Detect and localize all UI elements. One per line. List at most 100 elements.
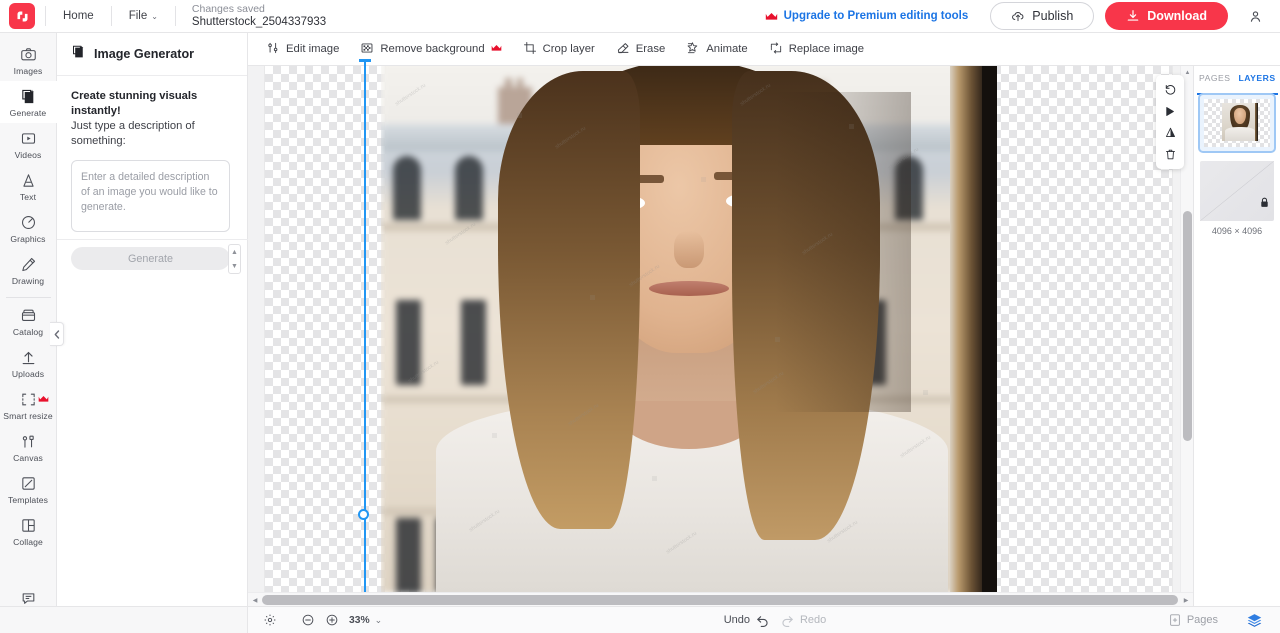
layers-toggle-button[interactable] <box>1241 609 1268 632</box>
eraser-icon <box>616 41 630 58</box>
lock-icon[interactable] <box>1260 195 1269 213</box>
rail-item-uploads[interactable]: Uploads <box>0 342 57 384</box>
canvas-stage[interactable]: shutterstock.ru shutterstock.ru shutters… <box>248 66 1280 606</box>
undo-label: Undo <box>723 614 750 626</box>
zoom-level-selector[interactable]: 33% ⌄ <box>344 612 387 629</box>
rail-item-templates[interactable]: Templates <box>0 468 57 510</box>
tab-pages[interactable]: PAGES <box>1199 67 1230 87</box>
rail-item-collage[interactable]: Collage <box>0 510 57 552</box>
erase-button[interactable]: Erase <box>608 36 674 63</box>
panel-tabs: PAGES LAYERS <box>1194 66 1280 95</box>
photo-layer[interactable]: shutterstock.ru shutterstock.ru shutters… <box>381 66 997 593</box>
undo-icon <box>757 615 768 627</box>
pages-button[interactable]: Pages <box>1163 610 1223 630</box>
vertical-scroll-thumb[interactable] <box>1183 211 1192 441</box>
layer-item-photo[interactable] <box>1198 93 1276 153</box>
stepper-down-icon: ▼ <box>231 262 238 270</box>
file-menu-button[interactable]: File ⌄ <box>122 6 165 26</box>
zoom-out-button[interactable] <box>296 610 320 630</box>
flip-vertical-icon[interactable] <box>1160 124 1180 142</box>
templates-icon <box>20 475 37 492</box>
artboard[interactable]: shutterstock.ru shutterstock.ru shutters… <box>265 66 1172 599</box>
rail-item-generate[interactable]: Generate <box>0 81 57 123</box>
rail-item-graphics[interactable]: Graphics <box>0 207 57 249</box>
rail-label: Videos <box>14 150 42 160</box>
canvas-horizontal-scrollbar[interactable]: ◀ ▶ <box>248 592 1193 606</box>
remove-background-button[interactable]: Remove background <box>352 36 509 63</box>
upgrade-premium-link[interactable]: Upgrade to Premium editing tools <box>765 10 968 22</box>
panel-header: Image Generator <box>57 33 247 76</box>
rotate-icon[interactable] <box>1160 81 1180 99</box>
watermark-text: shutterstock.ru <box>567 402 600 428</box>
zoom-in-button[interactable] <box>320 610 344 630</box>
edit-image-button[interactable]: Edit image <box>258 36 347 63</box>
checkerboard-glyph <box>361 42 373 53</box>
trash-icon[interactable] <box>1160 145 1180 163</box>
redo-label: Redo <box>799 614 827 626</box>
panel-body: Create stunning visuals instantly! Just … <box>57 76 247 271</box>
scroll-left-button[interactable]: ◀ <box>248 593 262 607</box>
bottom-bar: 33% ⌄ Undo Redo Pages <box>248 606 1280 633</box>
photo-content: shutterstock.ru shutterstock.ru shutters… <box>381 66 997 593</box>
replace-image-button[interactable]: Replace image <box>761 36 872 63</box>
undo-button[interactable]: Undo <box>719 610 775 631</box>
document-title[interactable]: Shutterstock_2504337933 <box>192 15 326 29</box>
home-button[interactable]: Home <box>56 6 101 26</box>
watermark-text: shutterstock.ru <box>554 125 588 150</box>
rail-item-images[interactable]: Images <box>0 39 57 81</box>
redo-icon <box>782 615 793 627</box>
download-button[interactable]: Download <box>1105 2 1228 30</box>
panel-stepper[interactable]: ▲ ▼ <box>228 244 241 274</box>
chevron-down-icon: ⌄ <box>151 11 158 21</box>
file-label: File <box>128 10 148 22</box>
publish-button[interactable]: Publish <box>990 2 1095 30</box>
rail-item-canvas[interactable]: Canvas <box>0 426 57 468</box>
generate-button[interactable]: Generate <box>71 247 230 271</box>
scroll-right-button[interactable]: ▶ <box>1179 593 1193 607</box>
graphics-icon <box>20 214 37 231</box>
horizontal-scroll-thumb[interactable] <box>262 595 1178 605</box>
selection-handle[interactable] <box>358 509 369 520</box>
layer-item-background[interactable] <box>1200 161 1274 221</box>
watermark-text: shutterstock.ru <box>801 231 834 257</box>
prompt-input[interactable] <box>71 160 230 233</box>
tab-layers[interactable]: LAYERS <box>1238 67 1275 87</box>
account-button[interactable] <box>1242 3 1269 30</box>
shutterstock-logo[interactable] <box>9 3 35 29</box>
watermark-dot <box>491 433 497 439</box>
animate-button[interactable]: Animate <box>678 36 755 63</box>
rail-item-drawing[interactable]: Drawing <box>0 249 57 291</box>
rail-item-catalog[interactable]: Catalog <box>0 300 57 342</box>
collapse-panel-button[interactable] <box>50 322 64 346</box>
crown-icon <box>765 12 777 20</box>
watermark-dot <box>516 113 522 119</box>
rail-item-text[interactable]: Text <box>0 165 57 207</box>
redo-button[interactable]: Redo <box>775 610 831 631</box>
panel-subheading: Just type a description of something: <box>71 120 195 148</box>
settings-button[interactable] <box>258 610 282 630</box>
rail-item-videos[interactable]: Videos <box>0 123 57 165</box>
watermark-text: shutterstock.ru <box>739 82 773 108</box>
add-page-icon <box>1170 614 1180 626</box>
selection-top-tick <box>359 59 371 62</box>
replace-image-icon <box>769 41 783 58</box>
chevron-down-icon: ⌄ <box>374 614 383 625</box>
watermark-dot <box>652 475 658 481</box>
divider <box>5 297 51 298</box>
feedback-icon <box>20 590 37 607</box>
rail-label: Text <box>19 192 37 202</box>
watermark-text: shutterstock.ru <box>394 82 428 108</box>
chevron-left-icon <box>54 329 59 339</box>
shutterstock-logo-glyph <box>17 11 27 21</box>
crop-layer-button[interactable]: Crop layer <box>515 36 603 63</box>
zoom-out-icon <box>302 614 314 626</box>
watermark-dot <box>923 390 929 396</box>
stepper-up-icon: ▲ <box>231 248 238 256</box>
rail-item-smart-resize[interactable]: Smart resize <box>0 384 57 426</box>
flip-horizontal-icon[interactable] <box>1160 102 1180 120</box>
rail-label: Images <box>13 66 43 76</box>
watermark-text: shutterstock.ru <box>751 370 785 396</box>
crown-icon <box>38 390 49 408</box>
sliders-icon <box>266 41 280 58</box>
divider <box>174 6 176 26</box>
